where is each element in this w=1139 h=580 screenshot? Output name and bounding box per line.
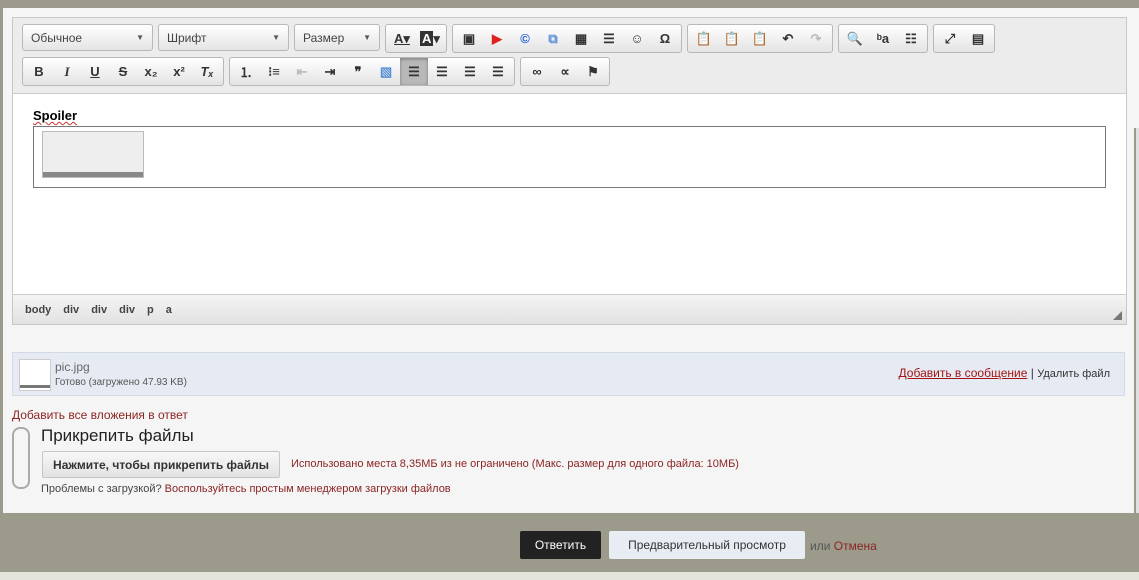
select-all-icon[interactable]: ☷: [897, 25, 925, 52]
delete-file-link[interactable]: Удалить файл: [1037, 368, 1110, 380]
editor-content[interactable]: Spoiler: [13, 93, 1126, 294]
align-center-icon[interactable]: ☰: [428, 58, 456, 85]
youtube-icon[interactable]: ▶: [483, 25, 511, 52]
format-select[interactable]: Обычное ▼: [22, 24, 153, 51]
outdent-icon[interactable]: ⇤: [288, 58, 316, 85]
indent-icon[interactable]: ⇥: [316, 58, 344, 85]
redo-icon[interactable]: ↷: [802, 25, 830, 52]
attachment-thumbnail: [19, 359, 51, 391]
bulleted-list-icon[interactable]: ⁝≡: [260, 58, 288, 85]
flash-icon[interactable]: ⧉: [539, 25, 567, 52]
unlink-icon[interactable]: ∝: [551, 58, 579, 85]
format-label: Обычное: [31, 30, 83, 45]
italic-icon[interactable]: I: [53, 58, 81, 85]
or-text: или: [810, 539, 831, 553]
search-icon[interactable]: 🔍: [841, 25, 869, 52]
separator: |: [1030, 366, 1034, 380]
embedded-image[interactable]: [42, 131, 144, 178]
rich-text-editor: Обычное ▼ Шрифт ▼ Размер ▼ A▾ A ▾ ▣ ▶ © ⧉ ▦ ☰ ☺ Ω 📋 📋…: [12, 17, 1127, 325]
undo-icon[interactable]: ↶: [774, 25, 802, 52]
toolbar-row-1: Обычное ▼ Шрифт ▼ Размер ▼ A▾ A ▾ ▣ ▶ © ⧉ ▦ ☰ ☺ Ω 📋 📋…: [22, 24, 995, 53]
chevron-down-icon: ▼: [272, 33, 280, 42]
path-item[interactable]: p: [147, 304, 154, 316]
paste-word-icon[interactable]: 📋: [746, 25, 774, 52]
add-all-attachments-link[interactable]: Добавить все вложения в ответ: [12, 408, 188, 422]
storage-usage: Использовано места 8,35МБ из не ограниче…: [291, 458, 739, 470]
underline-icon[interactable]: U: [81, 58, 109, 85]
superscript-icon[interactable]: x²: [165, 58, 193, 85]
strike-icon[interactable]: S: [109, 58, 137, 85]
insert-into-message-link[interactable]: Добавить в сообщение: [899, 366, 1028, 380]
align-left-icon[interactable]: ☰: [400, 58, 428, 85]
simple-uploader-link[interactable]: Воспользуйтесь простым менеджером загруз…: [165, 483, 451, 495]
path-item[interactable]: div: [63, 304, 79, 316]
path-item[interactable]: div: [119, 304, 135, 316]
justify-icon[interactable]: ☰: [484, 58, 512, 85]
horizontal-rule-icon[interactable]: ☰: [595, 25, 623, 52]
maximize-icon[interactable]: ⤢: [936, 25, 964, 52]
attachment-item: pic.jpg Готово (загружено 47.93 KB) Доба…: [12, 352, 1125, 396]
numbered-list-icon[interactable]: ⒈: [232, 58, 260, 85]
spoiler-box: [33, 126, 1106, 188]
font-select[interactable]: Шрифт ▼: [158, 24, 289, 51]
cancel-link[interactable]: Отмена: [834, 539, 877, 553]
size-label: Размер: [303, 30, 345, 45]
upload-problem-text: Проблемы с загрузкой?: [41, 483, 162, 495]
size-select[interactable]: Размер ▼: [294, 24, 380, 51]
remove-format-icon[interactable]: Tₓ: [193, 58, 221, 85]
footer-strip: [0, 572, 1139, 580]
preview-button[interactable]: Предварительный просмотр: [609, 531, 805, 559]
smiley-icon[interactable]: ☺: [623, 25, 651, 52]
attachment-status: Готово (загружено 47.93 KB): [55, 377, 187, 388]
scroll-edge: [1134, 8, 1139, 128]
show-blocks-icon[interactable]: ▤: [964, 25, 992, 52]
reply-button[interactable]: Ответить: [520, 531, 601, 559]
paste-icon[interactable]: 📋: [690, 25, 718, 52]
path-item[interactable]: div: [91, 304, 107, 316]
paperclip-icon: [12, 427, 30, 489]
toolbar-row-2: B I U Sx₂ x² Tₓ ⒈ ⁝≡ ⇤ ⇥ ❞ ▧ ☰ ☰ ☰ ☰ ∞ ∝ ⚑: [22, 57, 610, 86]
copyright-icon[interactable]: ©: [511, 25, 539, 52]
path-item[interactable]: body: [25, 304, 51, 316]
bg-color-icon[interactable]: A ▾: [416, 25, 444, 52]
replace-icon[interactable]: ᵇa: [869, 25, 897, 52]
path-item[interactable]: a: [166, 304, 172, 316]
attach-files-title: Прикрепить файлы: [41, 426, 194, 445]
resize-handle[interactable]: [1113, 311, 1122, 320]
font-label: Шрифт: [167, 30, 207, 45]
chevron-down-icon: ▼: [363, 33, 371, 42]
text-color-icon[interactable]: A▾: [388, 25, 416, 52]
chevron-down-icon: ▼: [136, 33, 144, 42]
bold-icon[interactable]: B: [25, 58, 53, 85]
spoiler-label: Spoiler: [33, 108, 78, 123]
align-right-icon[interactable]: ☰: [456, 58, 484, 85]
table-icon[interactable]: ▦: [567, 25, 595, 52]
paste-text-icon[interactable]: 📋: [718, 25, 746, 52]
blockquote-icon[interactable]: ❞: [344, 58, 372, 85]
attach-files-button[interactable]: Нажмите, чтобы прикрепить файлы: [42, 451, 280, 478]
link-icon[interactable]: ∞: [523, 58, 551, 85]
template-icon[interactable]: ▧: [372, 58, 400, 85]
element-path: body div div div p a: [13, 294, 1126, 324]
flag-icon[interactable]: ⚑: [579, 58, 607, 85]
special-char-icon[interactable]: Ω: [651, 25, 679, 52]
image-icon[interactable]: ▣: [455, 25, 483, 52]
attachment-filename: pic.jpg: [55, 360, 90, 374]
subscript-icon[interactable]: x₂: [137, 58, 165, 85]
